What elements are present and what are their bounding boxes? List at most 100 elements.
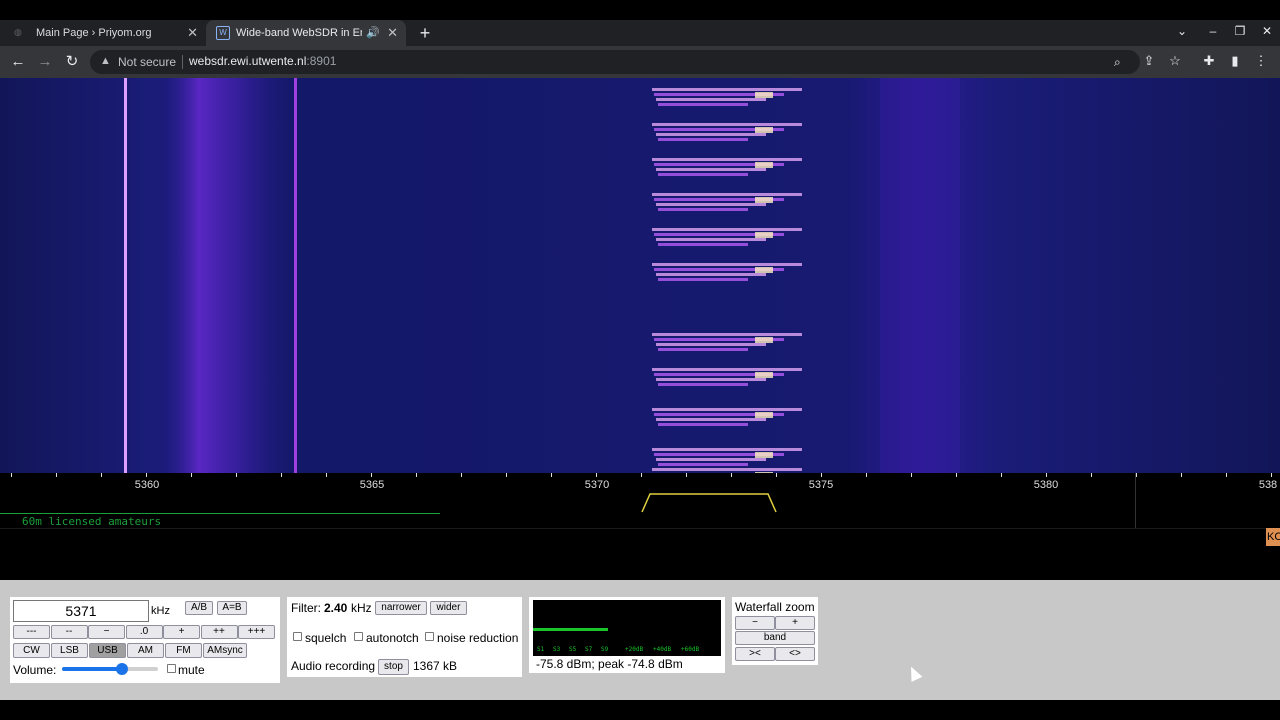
band-label[interactable]: 60m licensed amateurs bbox=[22, 515, 161, 528]
tab-priyom[interactable]: ◍ Main Page › Priyom.org ✕ bbox=[0, 20, 206, 46]
scale-tick bbox=[1271, 473, 1272, 477]
signal-burst bbox=[656, 343, 766, 346]
zoom-wide-button[interactable]: <> bbox=[775, 647, 815, 661]
wider-button[interactable]: wider bbox=[430, 601, 467, 615]
url-host: websdr.ewi.utwente.nl bbox=[189, 54, 307, 68]
close-window-icon[interactable]: ✕ bbox=[1257, 24, 1277, 38]
meter-mark: +60dB bbox=[681, 646, 700, 653]
mode-usb-button[interactable]: USB bbox=[89, 643, 126, 658]
mode-cw-button[interactable]: CW bbox=[13, 643, 50, 658]
zoom-icon[interactable]: ⌕ bbox=[1114, 55, 1121, 70]
squelch-checkbox[interactable] bbox=[293, 632, 302, 641]
close-tab-icon[interactable]: ✕ bbox=[187, 25, 198, 41]
url-text[interactable]: websdr.ewi.utwente.nl:8901 bbox=[189, 54, 336, 68]
forward-icon[interactable]: → bbox=[35, 52, 55, 72]
speaker-icon[interactable]: 🔊 bbox=[366, 26, 380, 39]
scale-divider bbox=[1135, 473, 1136, 528]
zoom-out-button[interactable]: − bbox=[735, 616, 775, 630]
ab-button[interactable]: A/B bbox=[185, 601, 213, 615]
signal-burst bbox=[656, 98, 766, 101]
menu-icon[interactable]: ⋮ bbox=[1252, 53, 1270, 69]
step-up-1-button[interactable]: + bbox=[163, 625, 200, 639]
restore-icon[interactable]: ❐ bbox=[1230, 24, 1250, 38]
signal-burst bbox=[652, 263, 802, 266]
filter-box: Filter: 2.40 kHz narrower wider squelch … bbox=[287, 597, 522, 677]
filter-width: 2.40 bbox=[324, 601, 348, 615]
scale-tick bbox=[371, 473, 372, 477]
a-equals-b-button[interactable]: A=B bbox=[217, 601, 247, 615]
zoom-in-button[interactable]: + bbox=[775, 616, 815, 630]
waterfall-svg bbox=[0, 78, 1280, 473]
minimize-icon[interactable]: – bbox=[1203, 24, 1223, 38]
signal-burst bbox=[658, 348, 748, 351]
meter-mark: +40dB bbox=[653, 646, 672, 653]
scale-tick bbox=[776, 473, 777, 477]
frequency-input[interactable]: 5371 bbox=[13, 600, 149, 622]
zoom-band-button[interactable]: band bbox=[735, 631, 815, 645]
step-down-2-button[interactable]: -- bbox=[50, 625, 88, 639]
new-tab-icon[interactable]: + bbox=[415, 23, 435, 43]
meter-mark: S1 bbox=[537, 646, 545, 653]
extensions-icon[interactable]: ✚ bbox=[1200, 53, 1218, 69]
step-down-3-button[interactable]: --- bbox=[13, 625, 50, 639]
autonotch-checkbox[interactable] bbox=[354, 632, 363, 641]
tab-title: Wide-band WebSDR in Enschede bbox=[236, 27, 362, 39]
mute-checkbox[interactable] bbox=[167, 664, 176, 673]
autonotch-label: autonotch bbox=[366, 631, 419, 645]
signal-burst bbox=[658, 173, 748, 176]
round-button[interactable]: .0 bbox=[125, 625, 163, 639]
back-icon[interactable]: ← bbox=[8, 52, 28, 72]
signal-burst bbox=[652, 193, 802, 196]
mode-amsync-button[interactable]: AMsync bbox=[203, 643, 247, 658]
sidepanel-icon[interactable]: ▮ bbox=[1226, 53, 1244, 69]
station-marker[interactable]: KC bbox=[1266, 528, 1280, 546]
volume-thumb[interactable] bbox=[116, 663, 129, 675]
signal-burst bbox=[656, 133, 766, 136]
scale-tick bbox=[101, 473, 102, 477]
star-icon[interactable]: ☆ bbox=[1166, 53, 1184, 69]
noise-reduction-checkbox[interactable] bbox=[425, 632, 434, 641]
scale-tick bbox=[956, 473, 957, 477]
scale-tick bbox=[506, 473, 507, 477]
volume-label: Volume: bbox=[13, 663, 57, 677]
signal-burst bbox=[656, 418, 766, 421]
meter-mark: S9 bbox=[601, 646, 609, 653]
tab-websdr[interactable]: W Wide-band WebSDR in Enschede 🔊 ✕ bbox=[206, 20, 406, 46]
signal-burst bbox=[652, 88, 802, 91]
signal-burst bbox=[658, 138, 748, 141]
wide-signal-band bbox=[160, 78, 290, 473]
warning-icon[interactable]: ▲ bbox=[100, 55, 111, 67]
scale-tick bbox=[731, 473, 732, 477]
step-up-2-button[interactable]: ++ bbox=[200, 625, 238, 639]
security-label[interactable]: Not secure bbox=[118, 55, 176, 69]
signal-burst bbox=[658, 383, 748, 386]
smeter-box: S1 S3 S5 S7 S9 +20dB +40dB +60dB -75.8 dBm; pea… bbox=[529, 597, 725, 673]
signal-burst bbox=[652, 368, 802, 371]
signal-burst bbox=[656, 458, 766, 461]
meter-mark: S7 bbox=[585, 646, 593, 653]
zoom-narrow-button[interactable]: >< bbox=[735, 647, 775, 661]
signal-readout: -75.8 dBm; peak -74.8 dBm bbox=[536, 657, 683, 671]
mode-lsb-button[interactable]: LSB bbox=[51, 643, 88, 658]
share-icon[interactable]: ⇪ bbox=[1140, 53, 1158, 69]
step-up-3-button[interactable]: +++ bbox=[238, 625, 275, 639]
filter-label: Filter: bbox=[291, 601, 321, 615]
scale-tick bbox=[551, 473, 552, 477]
step-down-1-button[interactable]: − bbox=[88, 625, 125, 639]
narrower-button[interactable]: narrower bbox=[375, 601, 427, 615]
signal-burst bbox=[658, 243, 748, 246]
address-bar[interactable]: ▲ Not secure websdr.ewi.utwente.nl:8901 … bbox=[90, 50, 1140, 74]
signal-burst bbox=[652, 468, 802, 471]
waterfall-display[interactable] bbox=[0, 78, 1280, 473]
reload-icon[interactable]: ↻ bbox=[62, 52, 82, 72]
signal-peak bbox=[755, 127, 773, 133]
tab-search-icon[interactable]: ⌄ bbox=[1172, 24, 1192, 38]
scale-tick bbox=[596, 473, 597, 477]
close-tab-icon[interactable]: ✕ bbox=[387, 25, 398, 41]
zoom-box: Waterfall zoom − + band >< <> bbox=[732, 597, 818, 665]
filter-unit: kHz bbox=[351, 601, 372, 615]
stop-recording-button[interactable]: stop bbox=[378, 659, 409, 675]
passband-indicator[interactable] bbox=[640, 490, 780, 514]
mode-fm-button[interactable]: FM bbox=[165, 643, 202, 658]
mode-am-button[interactable]: AM bbox=[127, 643, 164, 658]
